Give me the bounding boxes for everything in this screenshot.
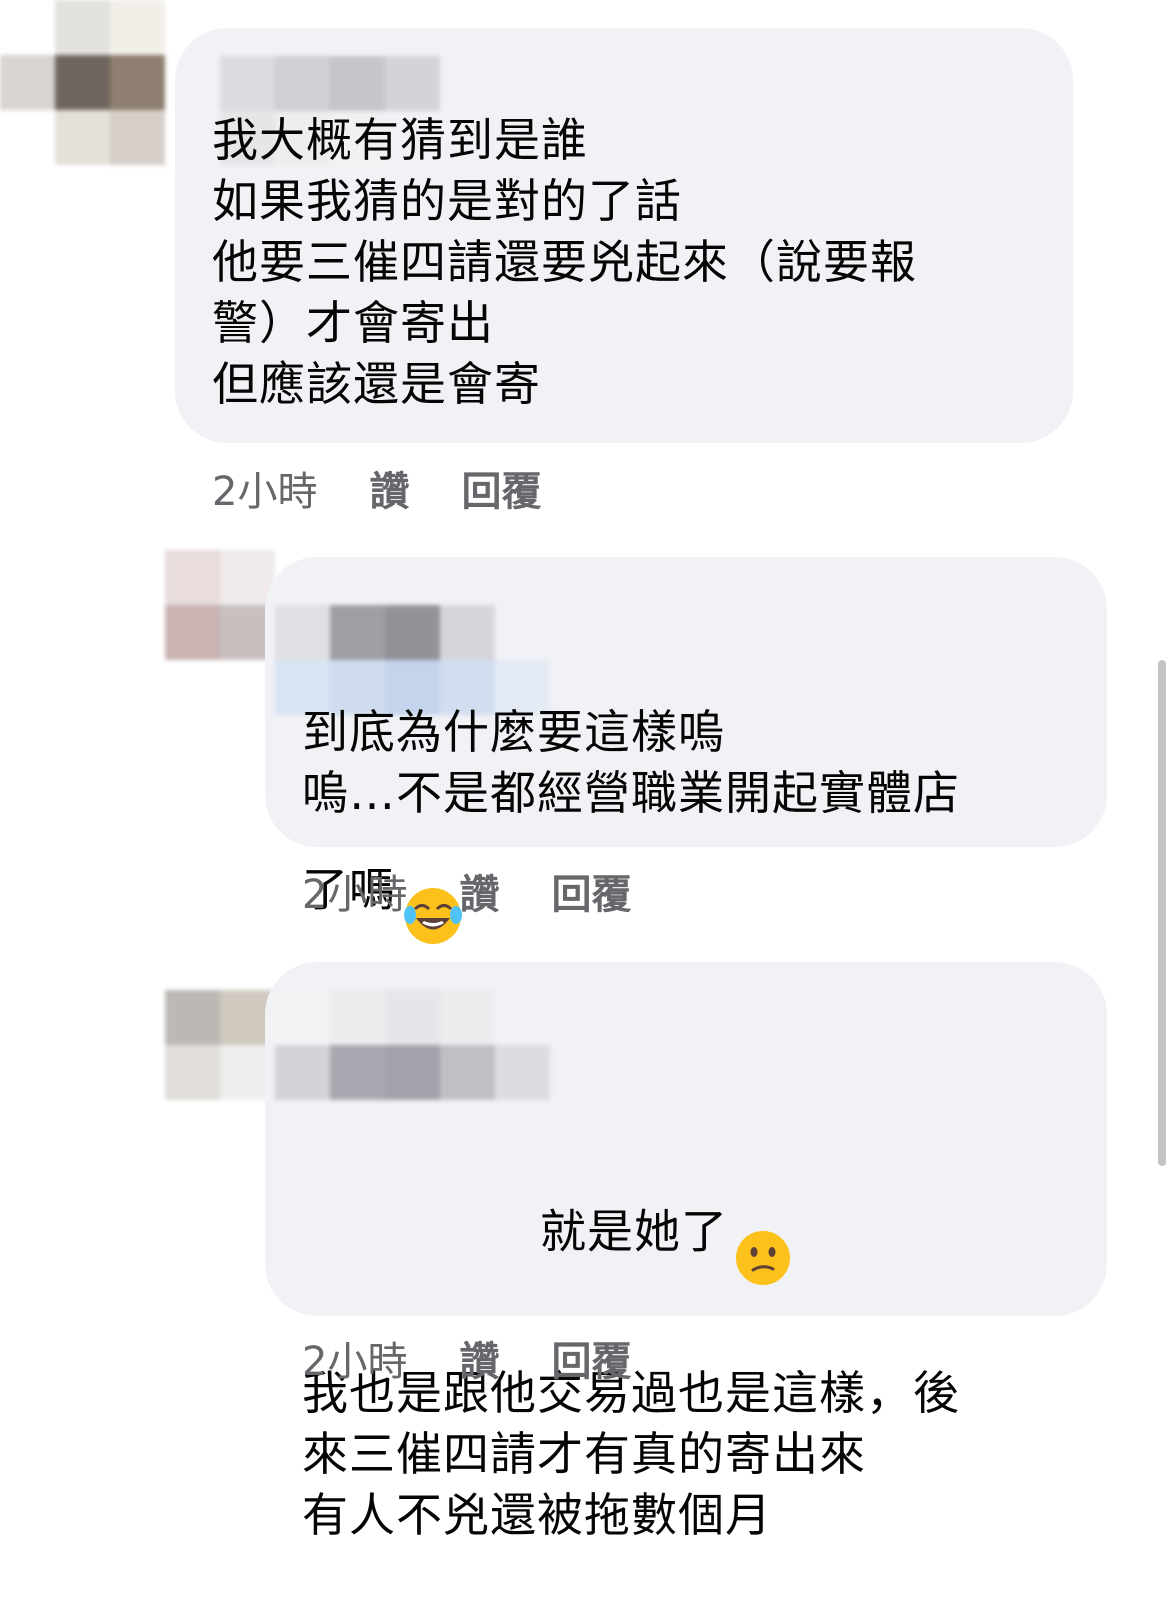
comment-actions: 2小時 讚 回覆 [302, 861, 631, 921]
comment-time[interactable]: 2小時 [212, 459, 317, 517]
avatar[interactable] [165, 990, 275, 1100]
reply-button[interactable]: 回覆 [551, 862, 631, 920]
comment-text-body: 我也是跟他交易過也是這樣，後 來三催四請才有真的寄出來 有人不兇還被拖數個月 [302, 1366, 960, 1542]
avatar[interactable] [0, 0, 165, 165]
comment-time[interactable]: 2小時 [302, 1329, 407, 1387]
like-button[interactable]: 讚 [459, 862, 499, 920]
scrollbar[interactable] [1158, 660, 1166, 1166]
comment-text: 就是她了 我也是跟他交易過也是這樣，後 來三催四請才有真的寄出來 有人不兇還被拖… [302, 1046, 1092, 1607]
comment-text-first-line: 就是她了 [540, 1204, 728, 1259]
reply-button[interactable]: 回覆 [461, 459, 541, 517]
comment-actions: 2小時 讚 回覆 [302, 1328, 631, 1388]
confused-face-icon [734, 1168, 792, 1302]
avatar[interactable] [165, 550, 275, 660]
like-button[interactable]: 讚 [369, 459, 409, 517]
comment-text: 我大概有猜到是誰 如果我猜的是對的了話 他要三催四請還要兇起來（說要報 警）才會… [212, 113, 917, 411]
reply-button[interactable]: 回覆 [551, 1329, 631, 1387]
comment-time[interactable]: 2小時 [302, 862, 407, 920]
like-button[interactable]: 讚 [459, 1329, 499, 1387]
comment-actions: 2小時 讚 回覆 [212, 458, 541, 518]
